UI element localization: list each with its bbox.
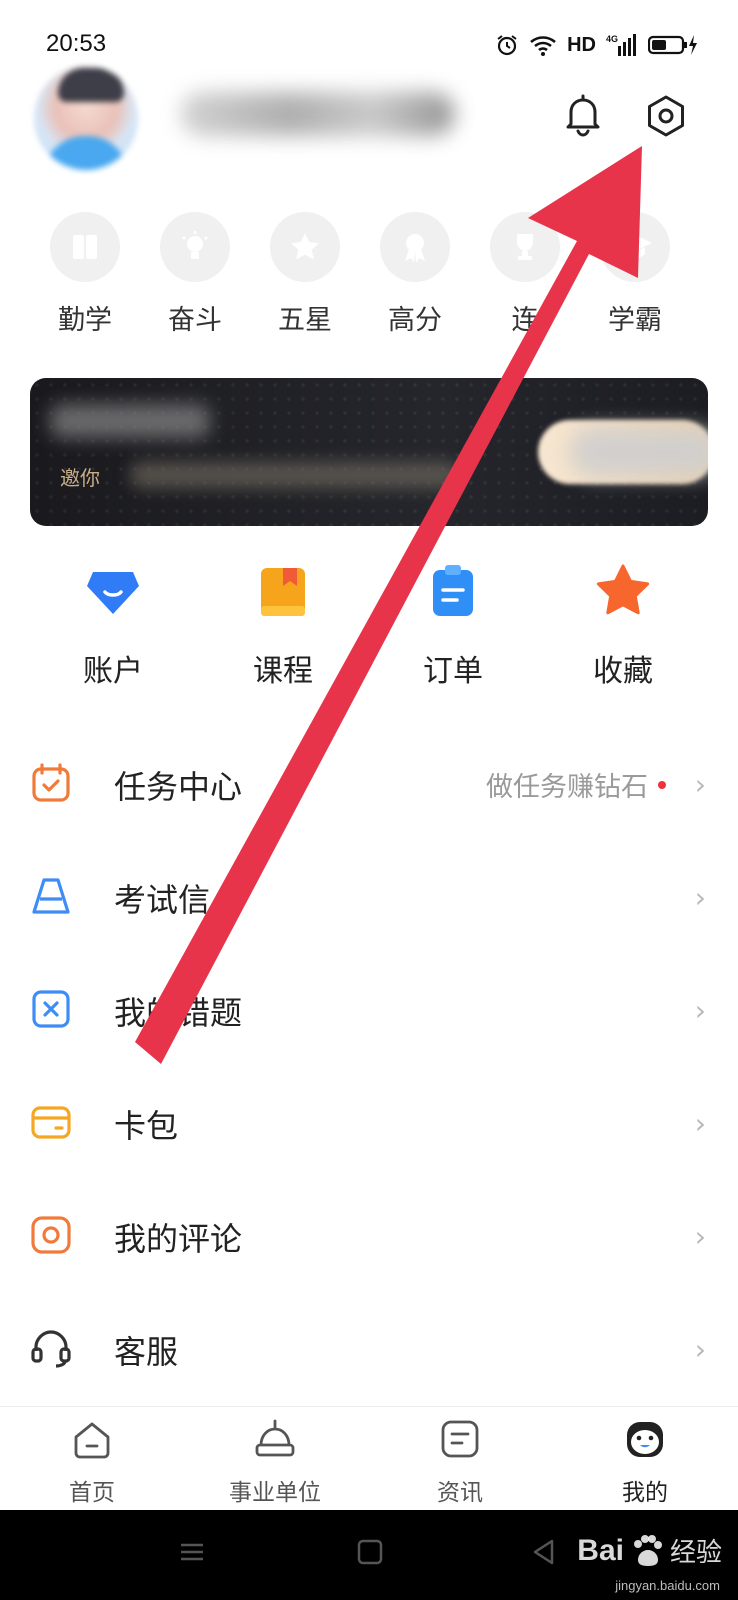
chevron-right-icon: › xyxy=(694,768,706,801)
badge-qinxue[interactable]: 勤学 xyxy=(30,212,140,337)
menu-item-label: 我的评论 xyxy=(114,1219,243,1258)
menu-item-hint: 做任务赚钻石 xyxy=(486,772,648,803)
vip-subtitle: 邀你 xyxy=(60,466,100,490)
vip-subtitle-blurred xyxy=(130,462,460,488)
back-nav-icon[interactable] xyxy=(530,1538,558,1566)
vip-banner[interactable]: 邀你 xyxy=(30,378,708,526)
tab-label: 首页 xyxy=(69,1480,115,1506)
tab-news[interactable]: 资讯 xyxy=(385,1417,535,1507)
quick-actions: 账户 课程 订单 收藏 xyxy=(0,562,738,692)
wallet-shield-icon xyxy=(87,572,139,614)
menu-item-label: 客服 xyxy=(114,1332,179,1371)
status-time: 20:53 xyxy=(46,30,107,57)
home-nav-icon[interactable] xyxy=(356,1538,384,1566)
award-ribbon-icon xyxy=(380,212,450,282)
error-x-icon xyxy=(32,990,70,1028)
badge-xueba[interactable]: 学霸 xyxy=(580,212,690,337)
tab-label: 事业单位 xyxy=(229,1480,321,1506)
badge-label: 高分 xyxy=(388,305,442,336)
graduation-cap-icon xyxy=(600,212,670,282)
quick-action-course[interactable]: 课程 xyxy=(218,562,348,690)
quick-action-label: 订单 xyxy=(423,654,483,689)
badge-label: 勤学 xyxy=(58,305,112,336)
avatar[interactable] xyxy=(34,66,138,170)
tab-label: 我的 xyxy=(622,1480,668,1506)
watermark-brand: Bai xyxy=(577,1533,624,1567)
quick-action-label: 课程 xyxy=(253,654,313,689)
quick-action-label: 账户 xyxy=(83,654,143,689)
menu-item-card-wallet[interactable]: 卡包 › xyxy=(0,1067,738,1180)
star-icon xyxy=(270,212,340,282)
quick-action-label: 收藏 xyxy=(593,654,653,689)
menu-item-task-center[interactable]: 任务中心 做任务赚钻石 › xyxy=(0,728,738,841)
chevron-right-icon: › xyxy=(694,1333,706,1366)
vip-button-label-blurred xyxy=(570,428,708,476)
menu-nav-icon[interactable] xyxy=(178,1538,206,1566)
status-icons: HD 4G xyxy=(495,30,698,60)
star-icon xyxy=(596,564,650,615)
badge-label: 学霸 xyxy=(608,305,662,336)
menu-item-my-comments[interactable]: 我的评论 › xyxy=(0,1180,738,1293)
quick-action-favorites[interactable]: 收藏 xyxy=(558,562,688,690)
menu-item-label: 任务中心 xyxy=(114,767,243,806)
svg-text:4G: 4G xyxy=(606,34,618,44)
vip-title-blurred xyxy=(50,404,210,438)
watermark-url: jingyan.baidu.com xyxy=(615,1578,720,1593)
username-blurred[interactable] xyxy=(180,92,455,136)
chevron-right-icon: › xyxy=(694,881,706,914)
settings-hexagon-icon xyxy=(648,95,684,137)
badge-lian[interactable]: 连 xyxy=(470,212,580,337)
menu-item-wrong-questions[interactable]: 我的错题 › xyxy=(0,954,738,1067)
menu-list: 任务中心 做任务赚钻石 › 考试信 › 我的错题 › 卡包 › 我的评论 › 客… xyxy=(0,728,738,1406)
lightbulb-icon xyxy=(160,212,230,282)
calendar-check-icon xyxy=(32,763,70,802)
profile-face-icon xyxy=(627,1422,663,1457)
achievement-badges: 勤学 奋斗 五星 高分 连 学霸 xyxy=(30,212,730,342)
bell-icon xyxy=(566,94,600,137)
chevron-right-icon: › xyxy=(694,1220,706,1253)
menu-item-label: 我的错题 xyxy=(114,993,243,1032)
news-icon xyxy=(441,1420,479,1458)
chevron-right-icon: › xyxy=(694,994,706,1027)
settings-button[interactable] xyxy=(642,92,690,140)
baidu-watermark: Bai 经验 xyxy=(577,1532,722,1569)
tab-label: 资讯 xyxy=(437,1480,483,1506)
clipboard-icon xyxy=(433,565,473,616)
menu-item-customer-service[interactable]: 客服 › xyxy=(0,1293,738,1406)
notification-bell-button[interactable] xyxy=(560,92,606,138)
network-type-label: HD xyxy=(567,33,596,56)
badge-label: 奋斗 xyxy=(168,305,222,336)
badge-gaofen[interactable]: 高分 xyxy=(360,212,470,337)
quick-action-order[interactable]: 订单 xyxy=(388,562,518,690)
headset-icon xyxy=(31,1330,71,1368)
bottom-tab-bar: 首页 事业单位 资讯 我的 xyxy=(0,1406,738,1510)
home-icon xyxy=(74,1422,110,1459)
paw-logo-icon xyxy=(633,1534,662,1566)
chevron-right-icon: › xyxy=(694,1107,706,1140)
book-icon xyxy=(50,212,120,282)
badge-label: 五星 xyxy=(278,305,332,336)
comment-circle-icon xyxy=(31,1216,71,1254)
quick-action-account[interactable]: 账户 xyxy=(48,562,178,690)
bell-shape-icon xyxy=(32,878,70,914)
menu-item-label: 考试信 xyxy=(114,880,211,919)
tab-home[interactable]: 首页 xyxy=(17,1417,167,1507)
badge-label: 连 xyxy=(511,305,539,336)
battery-charging-icon xyxy=(648,35,697,55)
alarm-icon xyxy=(497,35,517,56)
trophy-icon xyxy=(490,212,560,282)
badge-wuxing[interactable]: 五星 xyxy=(250,212,360,337)
tab-mine[interactable]: 我的 xyxy=(570,1417,720,1507)
wifi-icon xyxy=(530,36,556,56)
card-wallet-icon xyxy=(31,1106,71,1139)
menu-item-label: 卡包 xyxy=(114,1106,179,1145)
badge-fendou[interactable]: 奋斗 xyxy=(140,212,250,337)
signal-icon: 4G xyxy=(606,34,636,56)
building-icon xyxy=(255,1419,295,1457)
tab-institutions[interactable]: 事业单位 xyxy=(200,1417,350,1507)
book-bookmark-icon xyxy=(261,568,305,616)
menu-item-exam-info[interactable]: 考试信 › xyxy=(0,841,738,954)
notification-dot xyxy=(658,780,666,789)
watermark-jingyan: 经验 xyxy=(669,1538,722,1568)
